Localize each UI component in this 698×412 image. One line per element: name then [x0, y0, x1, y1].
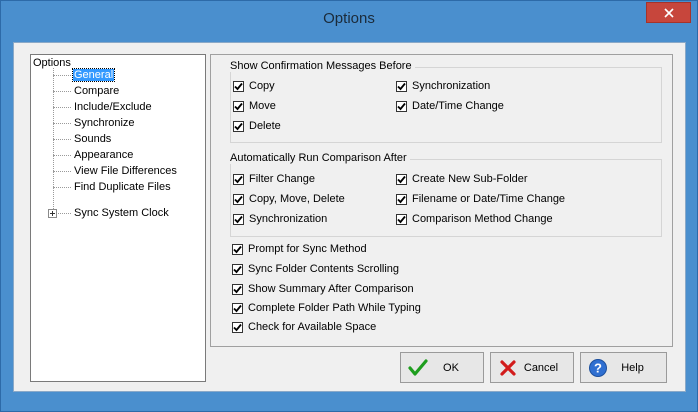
tree-item-find-duplicate-files[interactable]: Find Duplicate Files	[73, 181, 172, 193]
synchronization-auto-checkbox[interactable]: Synchronization	[233, 213, 327, 225]
checkbox-box	[396, 213, 407, 225]
check-icon	[397, 175, 406, 183]
prompt-sync-method-checkbox[interactable]: Prompt for Sync Method	[232, 243, 367, 255]
copy-move-delete-checkbox[interactable]: Copy, Move, Delete	[233, 193, 345, 205]
tree-item-synchronize[interactable]: Synchronize	[73, 117, 136, 129]
tree-item-general[interactable]: General	[71, 68, 116, 82]
settings-panel: Show Confirmation Messages Before Copy M…	[210, 54, 673, 347]
tree-connector	[58, 213, 71, 214]
cancel-button[interactable]: Cancel	[490, 352, 574, 383]
tree-connector	[53, 171, 71, 172]
tree-item-appearance[interactable]: Appearance	[73, 149, 134, 161]
check-available-space-checkbox[interactable]: Check for Available Space	[232, 321, 376, 333]
ok-button[interactable]: OK	[400, 352, 484, 383]
confirmation-group: Show Confirmation Messages Before Copy M…	[230, 60, 662, 143]
check-icon	[397, 102, 406, 110]
check-icon	[234, 215, 243, 223]
tree-connector	[53, 187, 71, 188]
help-icon: ?	[585, 355, 611, 381]
check-icon	[234, 175, 243, 183]
red-x-icon	[495, 355, 521, 381]
checkbox-box	[233, 193, 244, 205]
auto-comparison-group-label: Automatically Run Comparison After	[230, 152, 410, 164]
expand-plus-icon[interactable]	[48, 209, 57, 218]
checkbox-box	[233, 173, 244, 185]
check-icon	[397, 195, 406, 203]
tree-connector	[53, 91, 71, 92]
move-checkbox[interactable]: Move	[233, 100, 276, 112]
options-window: Options Options General Compare Include/…	[0, 0, 698, 412]
tree-connector	[53, 107, 71, 108]
tree-connector	[53, 139, 71, 140]
confirmation-group-label: Show Confirmation Messages Before	[230, 60, 415, 72]
window-title: Options	[323, 10, 375, 27]
check-icon	[233, 323, 242, 331]
create-new-sub-folder-checkbox[interactable]: Create New Sub-Folder	[396, 173, 528, 185]
title-bar[interactable]: Options	[1, 1, 697, 34]
filter-change-checkbox[interactable]: Filter Change	[233, 173, 315, 185]
delete-checkbox[interactable]: Delete	[233, 120, 281, 132]
copy-checkbox[interactable]: Copy	[233, 80, 275, 92]
synchronization-confirm-checkbox[interactable]: Synchronization	[396, 80, 490, 92]
tree-item-include-exclude[interactable]: Include/Exclude	[73, 101, 153, 113]
close-button[interactable]	[646, 2, 691, 23]
cancel-button-label: Cancel	[523, 361, 559, 374]
tree-connector	[53, 75, 71, 76]
svg-text:?: ?	[594, 360, 602, 375]
checkbox-box	[233, 100, 244, 112]
help-button[interactable]: ? Help	[580, 352, 667, 383]
date-time-change-checkbox[interactable]: Date/Time Change	[396, 100, 504, 112]
tree-item-compare[interactable]: Compare	[73, 85, 120, 97]
tree-connector	[53, 155, 71, 156]
checkbox-box	[232, 302, 243, 314]
show-summary-checkbox[interactable]: Show Summary After Comparison	[232, 283, 414, 295]
checkbox-box	[233, 213, 244, 225]
checkbox-box	[233, 120, 244, 132]
filename-date-time-change-checkbox[interactable]: Filename or Date/Time Change	[396, 193, 565, 205]
comparison-method-change-checkbox[interactable]: Comparison Method Change	[396, 213, 553, 225]
check-icon	[397, 215, 406, 223]
check-icon	[234, 102, 243, 110]
sync-folder-scrolling-checkbox[interactable]: Sync Folder Contents Scrolling	[232, 263, 399, 275]
check-icon	[234, 82, 243, 90]
checkbox-box	[232, 263, 243, 275]
tree-item-sync-system-clock[interactable]: Sync System Clock	[73, 207, 170, 219]
tree-item-view-file-differences[interactable]: View File Differences	[73, 165, 178, 177]
checkbox-box	[396, 193, 407, 205]
checkbox-box	[396, 173, 407, 185]
tree-connector	[53, 123, 71, 124]
close-icon	[663, 7, 674, 18]
options-tree[interactable]: Options General Compare Include/Exclude …	[30, 54, 206, 382]
checkbox-box	[232, 321, 243, 333]
check-icon	[233, 265, 242, 273]
check-icon	[234, 122, 243, 130]
checkbox-box	[232, 243, 243, 255]
check-icon	[233, 245, 242, 253]
checkbox-box	[232, 283, 243, 295]
check-icon	[233, 285, 242, 293]
ok-button-label: OK	[443, 361, 459, 374]
checkmark-icon	[405, 355, 431, 381]
check-icon	[397, 82, 406, 90]
auto-comparison-group: Automatically Run Comparison After Filte…	[230, 152, 662, 237]
tree-root[interactable]: Options	[33, 57, 71, 69]
help-button-label: Help	[621, 361, 644, 374]
check-icon	[233, 304, 242, 312]
tree-item-sounds[interactable]: Sounds	[73, 133, 112, 145]
client-area: Options General Compare Include/Exclude …	[13, 42, 686, 392]
checkbox-box	[396, 80, 407, 92]
check-icon	[234, 195, 243, 203]
checkbox-box	[396, 100, 407, 112]
complete-folder-path-checkbox[interactable]: Complete Folder Path While Typing	[232, 302, 421, 314]
checkbox-box	[233, 80, 244, 92]
